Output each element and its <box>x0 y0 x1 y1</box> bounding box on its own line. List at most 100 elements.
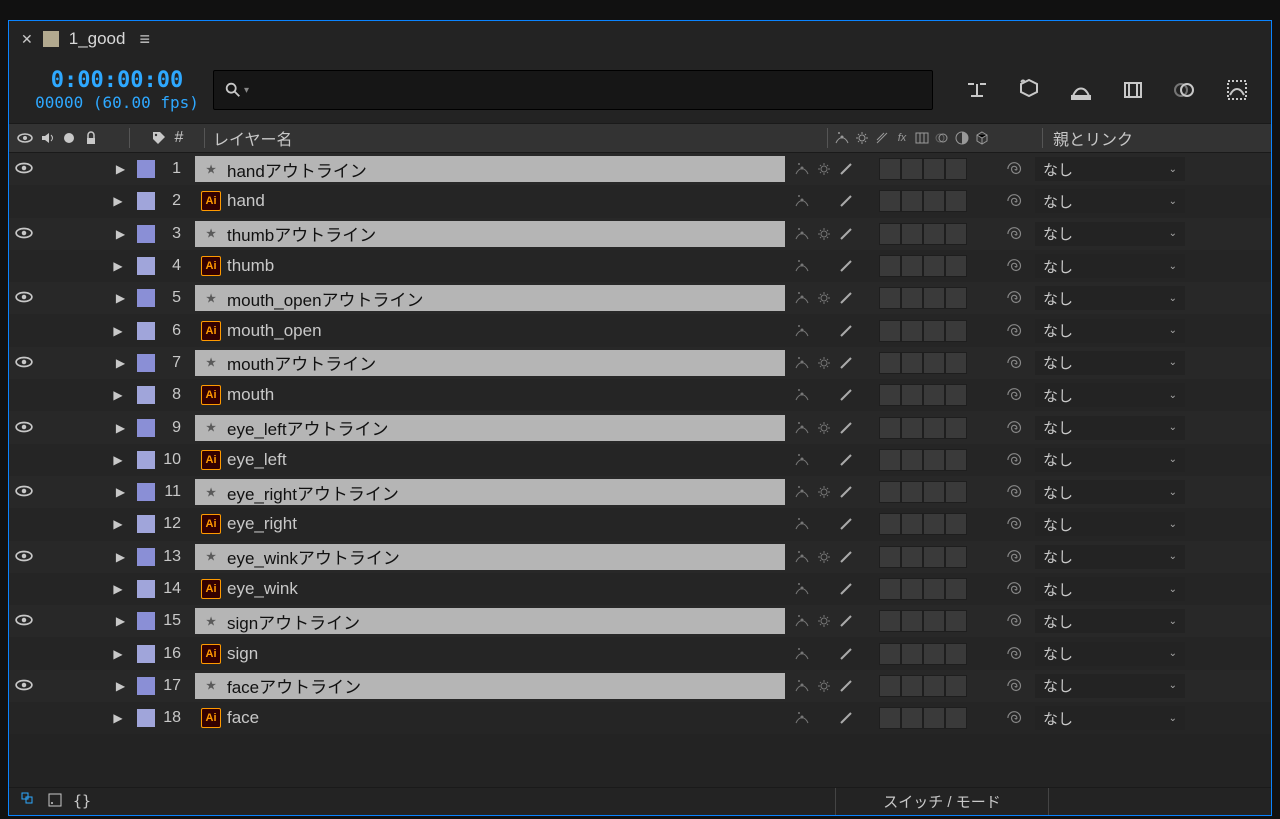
3d-switch[interactable] <box>945 158 967 180</box>
tab-title[interactable]: 1_good <box>69 29 126 49</box>
collapse-switch[interactable] <box>813 352 835 374</box>
adjustment-switch[interactable] <box>923 546 945 568</box>
pickwhip-icon[interactable] <box>1007 612 1025 630</box>
3d-switch[interactable] <box>945 513 967 535</box>
motionblur-switch[interactable] <box>901 158 923 180</box>
shy-switch[interactable] <box>791 190 813 212</box>
shy-switch-icon[interactable] <box>834 130 850 146</box>
3d-switch[interactable] <box>945 578 967 600</box>
toggle-switches-icon[interactable] <box>21 792 37 812</box>
layer-row[interactable]: ▶16Aisignなし⌄ <box>9 637 1271 669</box>
motionblur-switch-icon[interactable] <box>934 130 950 146</box>
number-col-label[interactable]: # <box>175 129 184 147</box>
collapse-switch[interactable] <box>813 449 835 471</box>
fx-switch[interactable] <box>857 707 879 729</box>
3d-switch[interactable] <box>945 417 967 439</box>
motionblur-switch[interactable] <box>901 643 923 665</box>
frameblend-switch[interactable] <box>879 513 901 535</box>
layer-row[interactable]: ▶4Aithumbなし⌄ <box>9 250 1271 282</box>
time-display[interactable]: 0:00:00:00 00000 (60.00 fps) <box>9 68 213 112</box>
twirl-icon[interactable]: ▶ <box>109 647 127 661</box>
parent-dropdown[interactable]: なし⌄ <box>1035 222 1185 246</box>
layer-row[interactable]: ▶9★eye_leftアウトラインなし⌄ <box>9 411 1271 443</box>
3d-switch[interactable] <box>945 610 967 632</box>
shy-switch[interactable] <box>791 481 813 503</box>
pickwhip-icon[interactable] <box>1007 354 1025 372</box>
fx-switch[interactable] <box>857 384 879 406</box>
pickwhip-icon[interactable] <box>1007 515 1025 533</box>
collapse-switch-icon[interactable] <box>854 130 870 146</box>
parent-dropdown[interactable]: なし⌄ <box>1035 286 1185 310</box>
label-color[interactable] <box>137 612 155 630</box>
quality-switch[interactable] <box>835 320 857 342</box>
layer-row[interactable]: ▶5★mouth_openアウトラインなし⌄ <box>9 282 1271 314</box>
layer-row[interactable]: ▶6Aimouth_openなし⌄ <box>9 314 1271 346</box>
label-color[interactable] <box>137 645 155 663</box>
layer-row[interactable]: ▶15★signアウトラインなし⌄ <box>9 605 1271 637</box>
frameblend-switch[interactable] <box>879 481 901 503</box>
adjustment-switch[interactable] <box>923 513 945 535</box>
frameblend-switch[interactable] <box>879 417 901 439</box>
3d-switch-icon[interactable] <box>974 130 990 146</box>
collapse-switch[interactable] <box>813 707 835 729</box>
layer-row[interactable]: ▶3★thumbアウトラインなし⌄ <box>9 218 1271 250</box>
twirl-icon[interactable]: ▶ <box>112 291 129 305</box>
layer-name-cell[interactable]: Aimouth <box>195 382 785 408</box>
shy-switch[interactable] <box>791 610 813 632</box>
shy-switch[interactable] <box>791 320 813 342</box>
3d-switch[interactable] <box>945 320 967 342</box>
3d-switch[interactable] <box>945 255 967 277</box>
quality-switch-icon[interactable] <box>874 130 890 146</box>
twirl-icon[interactable]: ▶ <box>112 162 129 176</box>
3d-switch[interactable] <box>945 449 967 471</box>
frameblend-switch[interactable] <box>879 158 901 180</box>
quality-switch[interactable] <box>835 223 857 245</box>
shy-switch[interactable] <box>791 675 813 697</box>
quality-switch[interactable] <box>835 352 857 374</box>
hide-shy-icon[interactable] <box>1069 78 1093 102</box>
layer-name-cell[interactable]: ★eye_rightアウトライン <box>195 479 785 505</box>
parent-dropdown[interactable]: なし⌄ <box>1035 545 1185 569</box>
collapse-switch[interactable] <box>813 643 835 665</box>
parent-dropdown[interactable]: なし⌄ <box>1035 480 1185 504</box>
layer-row[interactable]: ▶18Aifaceなし⌄ <box>9 702 1271 734</box>
pickwhip-icon[interactable] <box>1007 322 1025 340</box>
fx-switch[interactable] <box>857 610 879 632</box>
layer-name-cell[interactable]: ★eye_leftアウトライン <box>195 415 785 441</box>
3d-switch[interactable] <box>945 190 967 212</box>
frameblend-switch[interactable] <box>879 643 901 665</box>
collapse-switch[interactable] <box>813 546 835 568</box>
adjustment-switch[interactable] <box>923 481 945 503</box>
adjustment-switch[interactable] <box>923 417 945 439</box>
fx-switch[interactable] <box>857 449 879 471</box>
motionblur-switch[interactable] <box>901 546 923 568</box>
twirl-icon[interactable]: ▶ <box>109 517 127 531</box>
pickwhip-icon[interactable] <box>1007 645 1025 663</box>
twirl-icon[interactable]: ▶ <box>112 356 129 370</box>
3d-switch[interactable] <box>945 643 967 665</box>
layer-name-cell[interactable]: Aihand <box>195 188 785 214</box>
solo-col-icon[interactable] <box>61 130 77 146</box>
fx-switch[interactable] <box>857 320 879 342</box>
3d-switch[interactable] <box>945 384 967 406</box>
quality-switch[interactable] <box>835 287 857 309</box>
visibility-toggle[interactable] <box>15 159 34 179</box>
parent-dropdown[interactable]: なし⌄ <box>1035 609 1185 633</box>
collapse-switch[interactable] <box>813 320 835 342</box>
parent-dropdown[interactable]: なし⌄ <box>1035 189 1185 213</box>
collapse-switch[interactable] <box>813 158 835 180</box>
layer-name-cell[interactable]: Aimouth_open <box>195 318 785 344</box>
fx-switch[interactable] <box>857 513 879 535</box>
adjustment-switch[interactable] <box>923 287 945 309</box>
motionblur-switch[interactable] <box>901 481 923 503</box>
quality-switch[interactable] <box>835 417 857 439</box>
visibility-toggle[interactable] <box>15 288 34 308</box>
parent-dropdown[interactable]: なし⌄ <box>1035 254 1185 278</box>
adjustment-switch[interactable] <box>923 190 945 212</box>
collapse-switch[interactable] <box>813 675 835 697</box>
quality-switch[interactable] <box>835 190 857 212</box>
parent-dropdown[interactable]: なし⌄ <box>1035 448 1185 472</box>
layer-name-cell[interactable]: ★mouth_openアウトライン <box>195 285 785 311</box>
collapse-switch[interactable] <box>813 190 835 212</box>
adjustment-switch[interactable] <box>923 352 945 374</box>
